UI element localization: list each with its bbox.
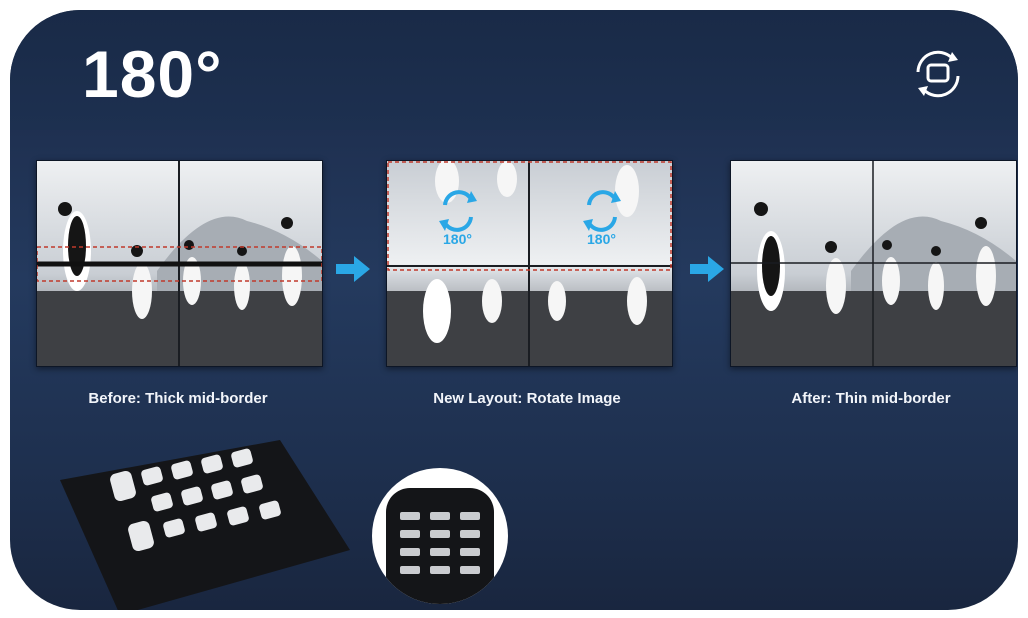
remote-control-illustration [372,468,508,604]
right-arrow-icon [336,256,370,282]
after-caption: After: Thin mid-border [791,390,951,407]
before-image-panel [36,160,323,367]
rotate-screen-icon [916,50,960,98]
new-layout-caption: New Layout: Rotate Image [433,390,621,407]
right-arrow-icon [690,256,724,282]
product-banner: 180° 180° 180° Before: Thick mid-border … [10,10,1018,610]
rotate-label-left: 180° [443,231,472,247]
new-layout-image-panel: 180° 180° [386,160,673,367]
before-caption: Before: Thick mid-border [88,390,268,407]
after-image-panel [730,160,1017,367]
page-title: 180° [82,37,223,111]
keypad-illustration [60,440,350,610]
rotate-label-right: 180° [587,231,616,247]
